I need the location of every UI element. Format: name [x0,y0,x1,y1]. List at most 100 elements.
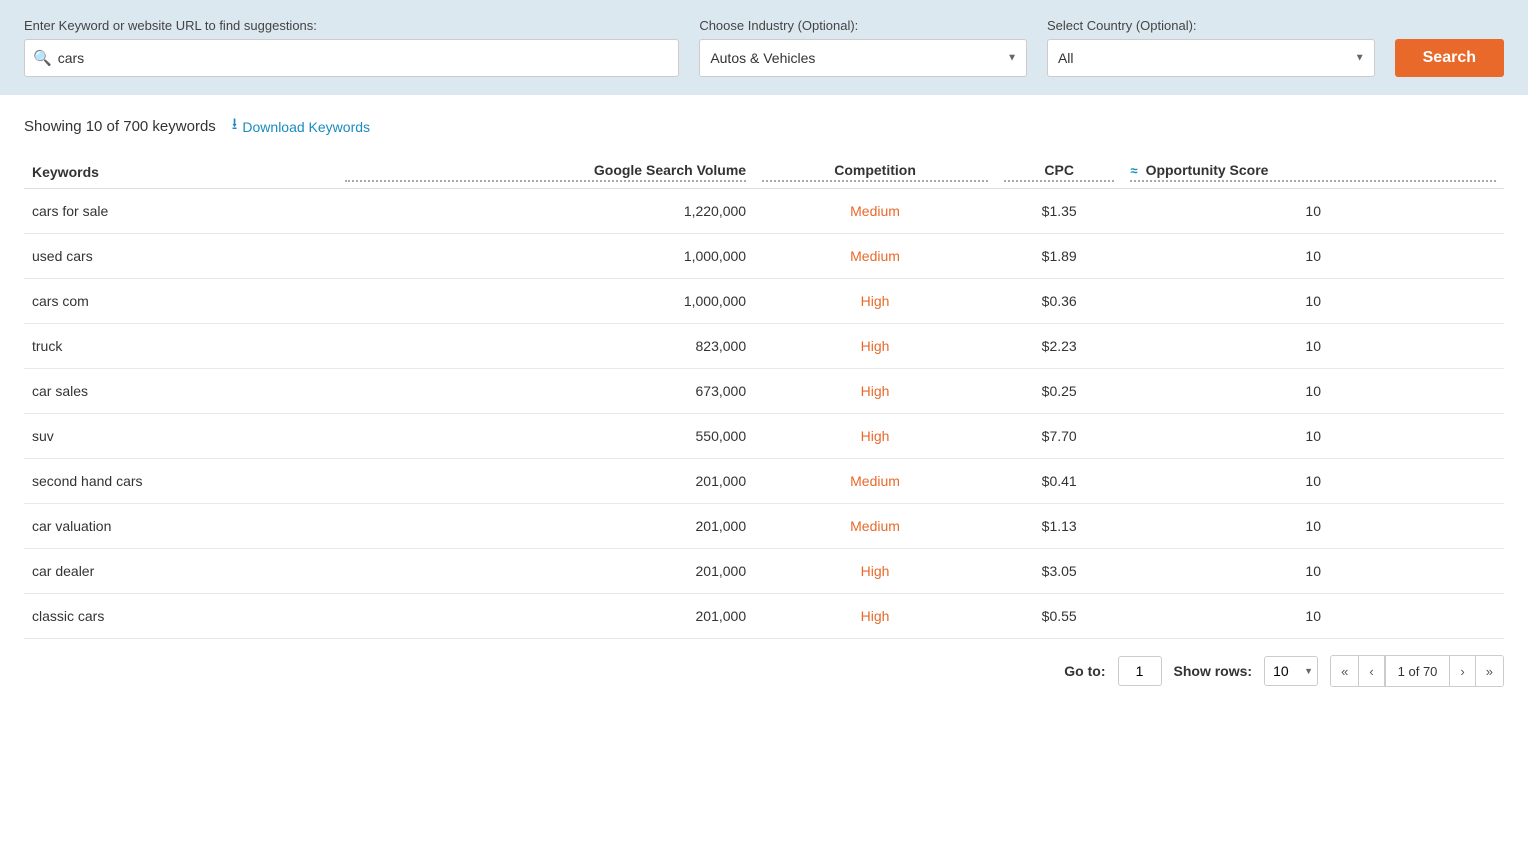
cell-volume-9: 201,000 [337,594,754,639]
download-keywords-link[interactable]: ⭳ Download Keywords [232,113,370,140]
industry-field-group: Choose Industry (Optional): Autos & Vehi… [699,18,1027,77]
col-header-volume: Google Search Volume [337,152,754,189]
show-rows-select[interactable]: 5 10 25 50 100 [1264,656,1318,686]
results-header: Showing 10 of 700 keywords ⭳ Download Ke… [0,95,1528,152]
next-page-button[interactable]: › [1450,656,1475,686]
keyword-label: Enter Keyword or website URL to find sug… [24,18,679,33]
show-rows-label: Show rows: [1174,663,1253,679]
cell-competition-4: High [754,369,996,414]
cell-keyword-8: car dealer [24,549,337,594]
country-select[interactable]: All United States United Kingdom Canada … [1047,39,1375,77]
last-page-button[interactable]: » [1476,656,1503,686]
keyword-input[interactable] [58,50,671,66]
cell-competition-9: High [754,594,996,639]
cell-competition-8: High [754,549,996,594]
cell-opportunity-7: 10 [1122,504,1504,549]
col-header-opportunity: ≈ Opportunity Score [1122,152,1504,189]
table-header-row: Keywords Google Search Volume Competitio… [24,152,1504,189]
cell-competition-3: High [754,324,996,369]
cell-cpc-7: $1.13 [996,504,1122,549]
cell-volume-4: 673,000 [337,369,754,414]
cell-competition-1: Medium [754,234,996,279]
cell-cpc-6: $0.41 [996,459,1122,504]
cell-competition-0: Medium [754,189,996,234]
opportunity-icon: ≈ [1130,163,1137,178]
table-row: cars for sale 1,220,000 Medium $1.35 10 [24,189,1504,234]
cell-volume-0: 1,220,000 [337,189,754,234]
keywords-table-container: Keywords Google Search Volume Competitio… [0,152,1528,639]
cell-opportunity-8: 10 [1122,549,1504,594]
cell-keyword-1: used cars [24,234,337,279]
show-rows-wrapper: 5 10 25 50 100 [1264,656,1318,686]
cell-keyword-6: second hand cars [24,459,337,504]
table-row: used cars 1,000,000 Medium $1.89 10 [24,234,1504,279]
cell-opportunity-4: 10 [1122,369,1504,414]
cell-volume-7: 201,000 [337,504,754,549]
first-page-button[interactable]: « [1331,656,1359,686]
prev-page-button[interactable]: ‹ [1359,656,1384,686]
cell-keyword-4: car sales [24,369,337,414]
cell-volume-3: 823,000 [337,324,754,369]
download-icon: ⭳ [232,113,238,140]
page-navigation: « ‹ 1 of 70 › » [1330,655,1504,687]
table-row: suv 550,000 High $7.70 10 [24,414,1504,459]
cell-volume-8: 201,000 [337,549,754,594]
table-row: second hand cars 201,000 Medium $0.41 10 [24,459,1504,504]
table-row: cars com 1,000,000 High $0.36 10 [24,279,1504,324]
keyword-field-group: Enter Keyword or website URL to find sug… [24,18,679,77]
goto-input[interactable] [1118,656,1162,686]
country-label: Select Country (Optional): [1047,18,1375,33]
cell-opportunity-2: 10 [1122,279,1504,324]
cell-keyword-7: car valuation [24,504,337,549]
cell-volume-2: 1,000,000 [337,279,754,324]
cell-keyword-5: suv [24,414,337,459]
results-count: Showing 10 of 700 keywords [24,118,216,135]
cell-keyword-9: classic cars [24,594,337,639]
table-row: classic cars 201,000 High $0.55 10 [24,594,1504,639]
col-header-cpc: CPC [996,152,1122,189]
table-row: car dealer 201,000 High $3.05 10 [24,549,1504,594]
cell-cpc-5: $7.70 [996,414,1122,459]
keyword-input-wrapper: 🔍 [24,39,679,77]
cell-cpc-4: $0.25 [996,369,1122,414]
table-body: cars for sale 1,220,000 Medium $1.35 10 … [24,189,1504,639]
keywords-table: Keywords Google Search Volume Competitio… [24,152,1504,639]
table-row: car valuation 201,000 Medium $1.13 10 [24,504,1504,549]
cell-cpc-8: $3.05 [996,549,1122,594]
download-label: Download Keywords [242,119,370,135]
col-header-keyword: Keywords [24,152,337,189]
industry-select[interactable]: Autos & Vehicles All Arts & Entertainmen… [699,39,1027,77]
search-icon: 🔍 [33,49,52,67]
cell-keyword-0: cars for sale [24,189,337,234]
pagination: Go to: Show rows: 5 10 25 50 100 « ‹ 1 o… [0,639,1528,703]
page-info: 1 of 70 [1385,656,1451,686]
cell-keyword-2: cars com [24,279,337,324]
cell-cpc-0: $1.35 [996,189,1122,234]
cell-opportunity-9: 10 [1122,594,1504,639]
cell-volume-1: 1,000,000 [337,234,754,279]
cell-opportunity-6: 10 [1122,459,1504,504]
cell-opportunity-1: 10 [1122,234,1504,279]
cell-competition-7: Medium [754,504,996,549]
cell-competition-6: Medium [754,459,996,504]
country-select-wrapper: All United States United Kingdom Canada … [1047,39,1375,77]
goto-label: Go to: [1064,663,1105,679]
cell-opportunity-3: 10 [1122,324,1504,369]
industry-select-wrapper: Autos & Vehicles All Arts & Entertainmen… [699,39,1027,77]
country-field-group: Select Country (Optional): All United St… [1047,18,1375,77]
cell-keyword-3: truck [24,324,337,369]
cell-volume-5: 550,000 [337,414,754,459]
cell-cpc-9: $0.55 [996,594,1122,639]
search-button[interactable]: Search [1395,39,1504,77]
cell-cpc-2: $0.36 [996,279,1122,324]
cell-opportunity-0: 10 [1122,189,1504,234]
cell-opportunity-5: 10 [1122,414,1504,459]
cell-volume-6: 201,000 [337,459,754,504]
cell-competition-2: High [754,279,996,324]
industry-label: Choose Industry (Optional): [699,18,1027,33]
cell-competition-5: High [754,414,996,459]
cell-cpc-3: $2.23 [996,324,1122,369]
cell-cpc-1: $1.89 [996,234,1122,279]
table-row: truck 823,000 High $2.23 10 [24,324,1504,369]
table-row: car sales 673,000 High $0.25 10 [24,369,1504,414]
